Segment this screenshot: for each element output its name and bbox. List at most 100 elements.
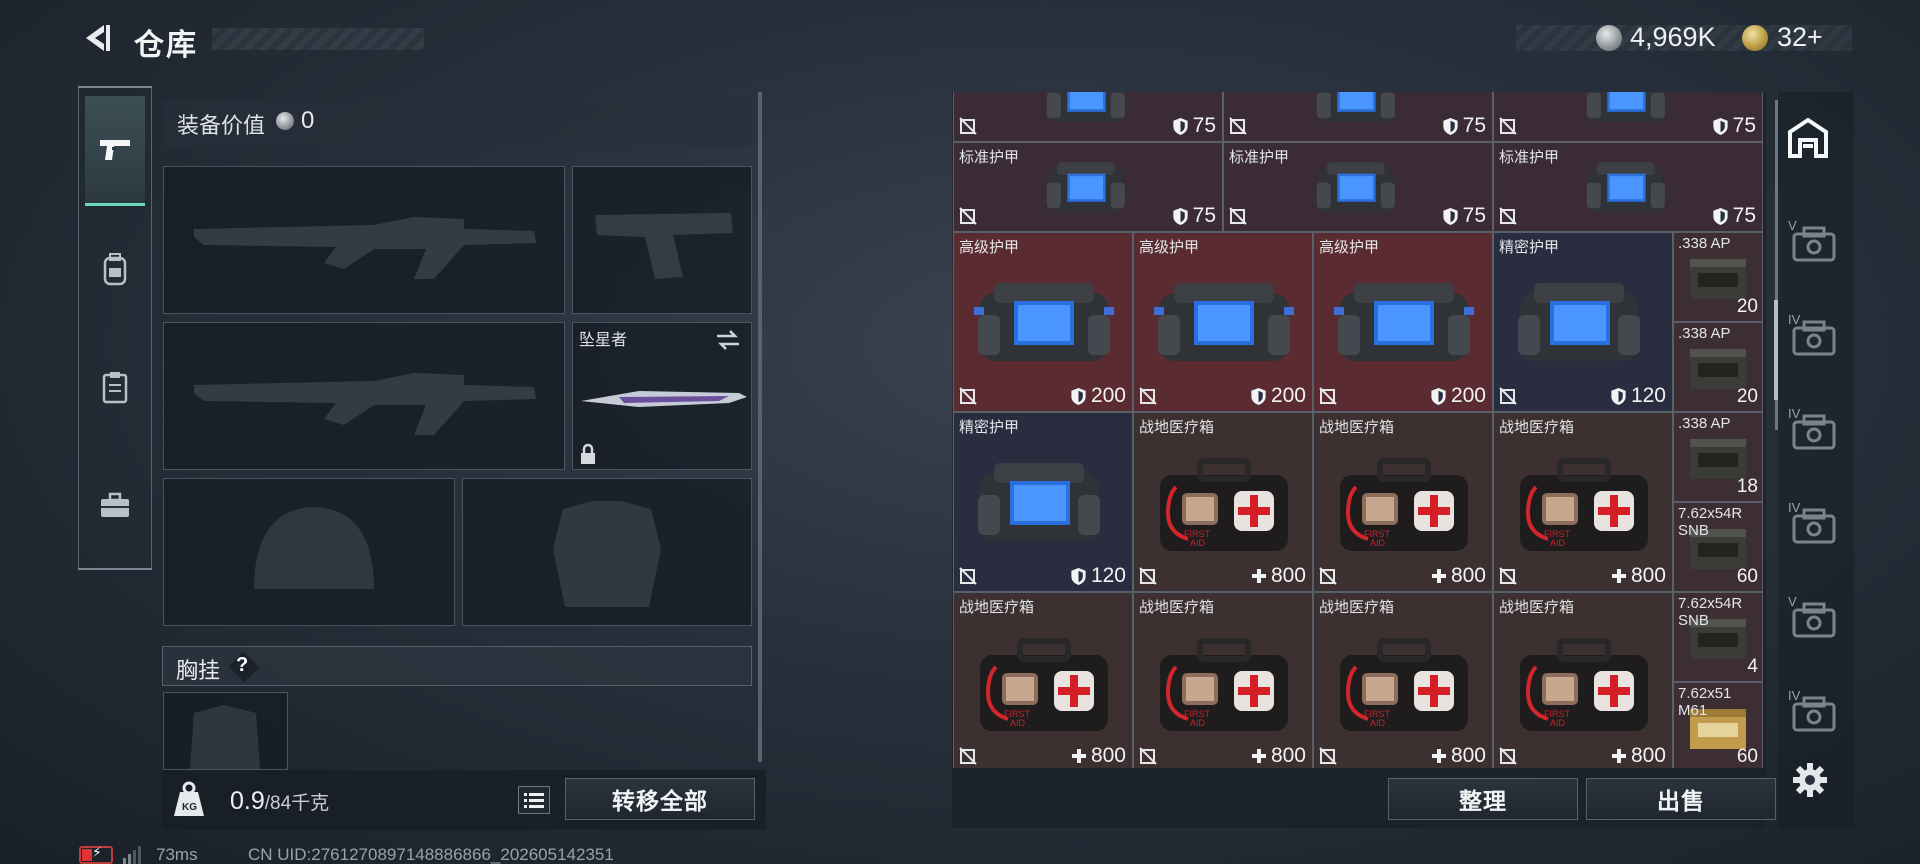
warehouse-home-icon [1788, 117, 1828, 158]
item-name: 战地医疗箱 [1499, 419, 1575, 436]
ammo-cell[interactable]: .338 AP 20 [1673, 322, 1763, 412]
back-button[interactable] [78, 20, 114, 56]
body-armor-icon [1518, 283, 1640, 361]
melee-slot[interactable]: 坠星者 [572, 322, 752, 470]
tab-chest-rig[interactable] [85, 332, 145, 442]
item-cell[interactable]: 精密护甲 120 [953, 412, 1133, 592]
item-name: 战地医疗箱 [1319, 419, 1395, 436]
item-cell[interactable]: 75 [953, 92, 1223, 142]
chest-rig-slot[interactable] [163, 692, 288, 770]
shield-icon [1443, 207, 1458, 225]
gold-amount[interactable]: 32+ [1777, 22, 1823, 53]
first-aid-kit-icon: FIRST AID [1160, 458, 1288, 551]
item-cell[interactable]: FIRST AID 战地医疗箱 800 [1493, 592, 1673, 768]
item-cell[interactable]: 标准护甲 75 [1493, 142, 1763, 232]
tab-backpack[interactable] [85, 214, 145, 324]
shield-icon [1173, 117, 1188, 135]
item-cell[interactable]: FIRST AID 战地医疗箱 800 [1133, 412, 1313, 592]
primary-weapon-slot[interactable] [163, 166, 565, 314]
no-insurance-icon [1499, 747, 1517, 765]
storage-tab[interactable]: IV [1786, 494, 1838, 546]
sort-button[interactable]: 整理 [1388, 778, 1578, 820]
item-name: 高级护甲 [1139, 239, 1200, 256]
item-value: 800 [1630, 564, 1666, 587]
helmet-slot[interactable] [163, 478, 455, 626]
item-value: 800 [1630, 744, 1666, 767]
item-cell[interactable]: 高级护甲 200 [1133, 232, 1313, 412]
item-cell[interactable]: FIRST AID 战地医疗箱 800 [1493, 412, 1673, 592]
storage-tab[interactable]: V [1786, 588, 1838, 640]
sell-button[interactable]: 出售 [1586, 778, 1776, 820]
settings-button[interactable] [1792, 762, 1828, 798]
silver-amount[interactable]: 4,969K [1630, 22, 1716, 53]
swap-icon[interactable] [715, 329, 741, 351]
item-cell[interactable]: FIRST AID 战地医疗箱 800 [1313, 592, 1493, 768]
ammo-cell[interactable]: .338 AP 20 [1673, 232, 1763, 322]
first-aid-kit-icon: FIRST AID [1520, 638, 1648, 731]
ammo-count: 60 [1736, 746, 1758, 767]
item-cell[interactable]: 75 [1223, 92, 1493, 142]
item-stat: 200 [1070, 384, 1126, 408]
item-cell[interactable]: 75 [1493, 92, 1763, 142]
tab-weapons[interactable] [85, 96, 145, 206]
ammo-cell[interactable]: 7.62x51 M61 60 [1673, 682, 1763, 768]
back-arrow-icon [86, 25, 110, 51]
no-insurance-icon [1139, 567, 1157, 585]
shield-icon [1611, 387, 1626, 405]
ammo-name: 7.62x54R SNB [1678, 505, 1743, 539]
transfer-all-button[interactable]: 转移全部 [565, 778, 755, 820]
item-stat: 75 [1172, 204, 1216, 228]
ammo-count: 20 [1736, 296, 1758, 317]
body-armor-icon [1586, 162, 1665, 213]
svg-text:KG: KG [182, 802, 197, 813]
storage-tab[interactable]: IV [1786, 400, 1838, 452]
body-armor-slot[interactable] [462, 478, 752, 626]
item-cell[interactable]: FIRST AID 战地医疗箱 800 [1133, 592, 1313, 768]
page-title: 仓库 [134, 29, 198, 62]
item-cell[interactable]: 精密护甲 120 [1493, 232, 1673, 412]
gold-coin-icon [1742, 25, 1768, 51]
secondary-rifle-slot[interactable] [163, 322, 565, 470]
tab-toolbox[interactable] [85, 450, 145, 560]
item-stat: 800 [1251, 744, 1306, 768]
list-icon [524, 793, 544, 808]
item-cell[interactable]: FIRST AID 战地医疗箱 800 [953, 592, 1133, 768]
item-cell[interactable]: 高级护甲 200 [953, 232, 1133, 412]
ammo-cell[interactable]: .338 AP 18 [1673, 412, 1763, 502]
warehouse-home-tab[interactable] [1786, 116, 1830, 160]
item-cell[interactable]: FIRST AID 战地医疗箱 800 [1313, 412, 1493, 592]
svg-text:AID: AID [1550, 718, 1566, 728]
no-insurance-icon [1319, 567, 1337, 585]
shield-icon [1071, 567, 1086, 585]
plus-icon [1611, 569, 1626, 583]
item-stat: 75 [1172, 114, 1216, 138]
item-cell[interactable]: 标准护甲 75 [953, 142, 1223, 232]
item-stat: 800 [1611, 564, 1666, 588]
case-icon [1792, 508, 1836, 544]
storage-tab[interactable]: IV [1786, 682, 1838, 734]
no-insurance-icon [1499, 387, 1517, 405]
list-view-button[interactable] [518, 786, 550, 814]
secondary-weapon-slot[interactable] [572, 166, 752, 314]
body-armor-icon [1046, 162, 1125, 213]
plus-icon [1251, 569, 1266, 583]
svg-text:AID: AID [1190, 718, 1206, 728]
storage-tab[interactable]: V [1786, 212, 1838, 264]
storage-tab[interactable]: IV [1786, 306, 1838, 358]
help-icon[interactable]: ? [236, 654, 248, 677]
case-icon [1792, 602, 1836, 638]
ammo-cell[interactable]: 7.62x54R SNB 4 [1673, 592, 1763, 682]
item-value: 800 [1090, 744, 1126, 767]
ammo-cell[interactable]: 7.62x54R SNB 60 [1673, 502, 1763, 592]
item-cell[interactable]: 标准护甲 75 [1223, 142, 1493, 232]
case-icon [1792, 320, 1836, 356]
item-name: 战地医疗箱 [959, 599, 1035, 616]
body-armor-icon [1316, 162, 1395, 213]
toolbox-icon [101, 492, 129, 517]
item-stat: 75 [1442, 204, 1486, 228]
item-stat: 800 [1431, 564, 1486, 588]
item-cell[interactable]: 高级护甲 200 [1313, 232, 1493, 412]
loadout-scrollbar[interactable] [758, 92, 762, 762]
item-stat: 200 [1250, 384, 1306, 408]
body-armor-icon [1586, 92, 1665, 123]
